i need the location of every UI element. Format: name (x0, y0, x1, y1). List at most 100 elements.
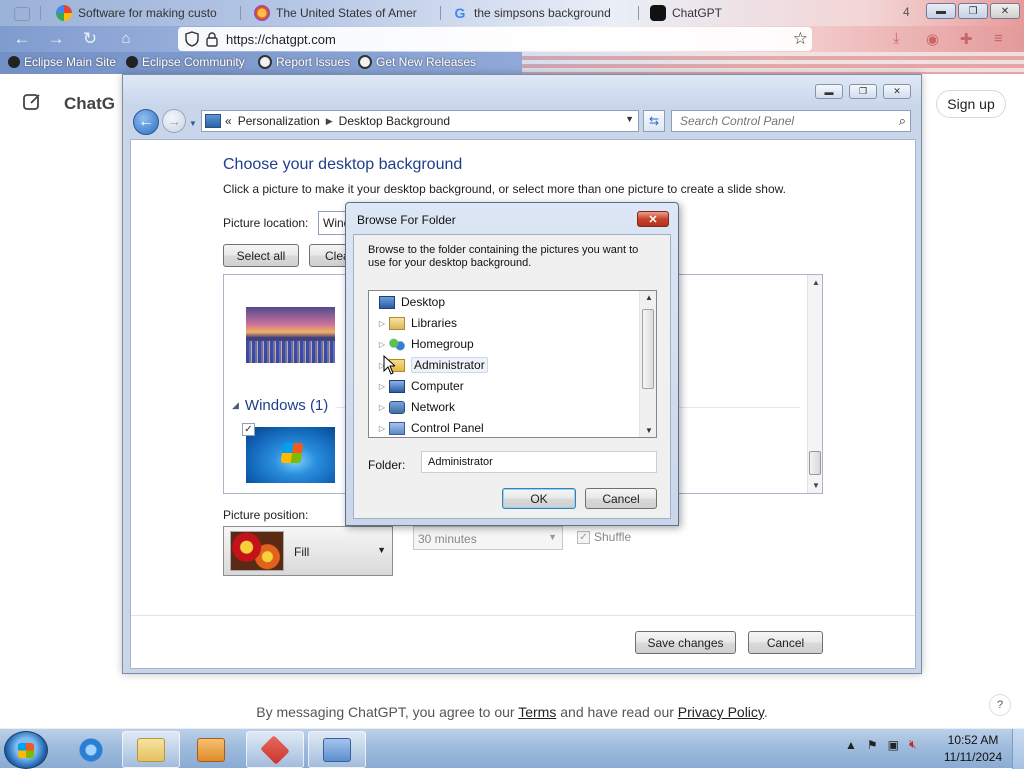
tab-0[interactable]: Software for making custo (56, 2, 236, 24)
bookmark-star-icon[interactable]: ☆ (793, 29, 808, 49)
cp-close-button[interactable]: ✕ (883, 84, 911, 99)
tree-node-computer[interactable]: ▷ Computer (377, 376, 464, 396)
expand-triangle-icon[interactable]: ▷ (377, 403, 387, 412)
footer-text-prefix: By messaging ChatGPT, you agree to our (256, 704, 519, 720)
tree-node-control-panel[interactable]: ▷ Control Panel (377, 418, 484, 437)
taskbar-file-explorer[interactable] (122, 731, 180, 768)
folder-field[interactable]: Administrator (421, 451, 657, 473)
collapse-triangle-icon[interactable]: ◢ (232, 400, 239, 411)
action-center-flag-icon[interactable]: ⚑ (867, 738, 878, 752)
close-button[interactable]: ✕ (990, 3, 1020, 19)
start-button[interactable] (4, 731, 48, 769)
refresh-icon[interactable]: ⇆ (643, 110, 665, 132)
search-icon[interactable]: ⌕ (899, 113, 906, 129)
firefox-icon (254, 5, 270, 21)
tab-2[interactable]: G the simpsons background (452, 2, 632, 24)
tab-title: the simpsons background (474, 6, 611, 20)
tab-count[interactable]: 4 (903, 5, 910, 19)
back-arrow-icon[interactable]: ← (133, 109, 159, 135)
cancel-button[interactable]: Cancel (585, 488, 657, 509)
tree-node-network[interactable]: ▷ Network (377, 397, 455, 417)
back-arrow-icon[interactable]: ← (12, 29, 32, 49)
chatgpt-title[interactable]: ChatG (64, 94, 115, 114)
search-input[interactable] (680, 114, 880, 128)
scroll-down-icon[interactable]: ▼ (812, 481, 820, 490)
save-changes-button[interactable]: Save changes (635, 631, 736, 654)
breadcrumb-item-personalization[interactable]: Personalization (238, 114, 320, 128)
menu-icon[interactable]: ≡ (994, 30, 1003, 47)
group-header[interactable]: ◢ Windows (1) (232, 397, 328, 414)
expand-triangle-icon[interactable]: ▷ (377, 382, 387, 391)
wallpaper-thumbnail[interactable] (246, 307, 335, 363)
tree-node-libraries[interactable]: ▷ Libraries (377, 313, 457, 333)
tab-1[interactable]: The United States of Amer (254, 2, 434, 24)
home-icon[interactable]: ⌂ (116, 29, 136, 49)
forward-arrow-icon[interactable]: → (46, 29, 66, 49)
taskbar-control-panel[interactable] (308, 731, 366, 768)
scrollbar-thumb[interactable] (809, 451, 821, 475)
scroll-down-icon[interactable]: ▼ (645, 426, 653, 435)
firefox-view-icon[interactable] (14, 3, 30, 25)
tab-3-active[interactable]: ChatGPT (650, 2, 830, 24)
forward-arrow-icon[interactable]: → (162, 109, 186, 133)
list-scrollbar[interactable]: ▲ ▼ (807, 275, 822, 493)
maximize-button[interactable]: ❐ (958, 3, 988, 19)
clock[interactable]: 10:52 AM 11/11/2024 (938, 732, 1008, 766)
extensions-icon[interactable]: ✚ (960, 30, 973, 48)
privacy-policy-link[interactable]: Privacy Policy (678, 704, 764, 720)
scrollbar-thumb[interactable] (642, 309, 654, 389)
bookmark-item[interactable]: Eclipse Main Site (8, 55, 116, 69)
wallpaper-thumbnail-windows7[interactable] (246, 427, 335, 483)
bookmark-item[interactable]: Get New Releases (358, 55, 476, 69)
thumbnail-checkbox[interactable]: ✓ (242, 423, 255, 436)
tree-scrollbar[interactable]: ▲ ▼ (639, 291, 656, 437)
search-box[interactable]: ⌕ (671, 110, 911, 132)
lock-icon[interactable] (205, 31, 219, 47)
downloads-icon[interactable]: ⤓ (893, 30, 900, 47)
scroll-up-icon[interactable]: ▲ (645, 293, 653, 302)
taskbar-media-player[interactable] (182, 731, 240, 768)
close-icon[interactable]: ✕ (637, 211, 669, 227)
cp-maximize-button[interactable]: ❐ (849, 84, 877, 99)
tree-node-label: Computer (411, 379, 464, 393)
picture-location-label: Picture location: (223, 216, 309, 230)
folder-tree: Desktop ▷ Libraries ▷ Homegroup ▷ Admini… (368, 290, 657, 438)
tree-node-homegroup[interactable]: ▷ Homegroup (377, 334, 474, 354)
network-icon[interactable]: ▣ (888, 738, 899, 752)
volume-muted-icon[interactable]: 🔇︎ (909, 737, 917, 752)
recent-pages-icon[interactable]: ▼ (189, 119, 197, 128)
breadcrumb-item-desktop-background[interactable]: Desktop Background (339, 114, 450, 128)
scroll-up-icon[interactable]: ▲ (812, 278, 820, 287)
bookmark-item[interactable]: Report Issues (258, 55, 350, 69)
chevron-right-icon[interactable]: ▶ (326, 116, 333, 127)
help-button[interactable]: ? (989, 694, 1011, 716)
breadcrumb-overflow[interactable]: « (225, 114, 232, 128)
cp-minimize-button[interactable]: ▬ (815, 84, 843, 99)
expand-triangle-icon[interactable]: ▷ (377, 424, 387, 433)
minimize-button[interactable]: ▬ (926, 3, 956, 19)
ok-button[interactable]: OK (502, 488, 576, 509)
change-interval-select: 30 minutes ▼ (413, 526, 563, 550)
address-bar[interactable]: https://chatgpt.com ☆ (178, 27, 812, 51)
window-title-bar[interactable]: ▬ ❐ ✕ (123, 75, 921, 105)
shield-icon[interactable] (185, 31, 199, 47)
select-all-button[interactable]: Select all (223, 244, 299, 267)
bookmark-item[interactable]: Eclipse Community (126, 55, 245, 69)
show-desktop-button[interactable] (1012, 729, 1024, 769)
taskbar-app[interactable] (246, 731, 304, 768)
new-chat-icon[interactable] (22, 92, 42, 112)
chevron-down-icon[interactable]: ▼ (377, 545, 386, 555)
terms-link[interactable]: Terms (518, 704, 556, 720)
picture-position-select[interactable]: Fill ▼ (223, 526, 393, 576)
show-hidden-icons-icon[interactable]: ▲ (845, 738, 857, 752)
expand-triangle-icon[interactable]: ▷ (377, 340, 387, 349)
taskbar-internet-explorer[interactable] (62, 731, 120, 768)
account-icon[interactable]: ◉ (926, 30, 939, 48)
chevron-down-icon[interactable]: ▼ (625, 114, 634, 124)
reload-icon[interactable]: ↻ (80, 29, 100, 49)
cancel-button[interactable]: Cancel (748, 631, 823, 654)
breadcrumb[interactable]: « Personalization ▶ Desktop Background ▼ (201, 110, 639, 132)
sign-up-button[interactable]: Sign up (936, 90, 1006, 118)
tree-node-desktop[interactable]: Desktop (377, 292, 445, 312)
expand-triangle-icon[interactable]: ▷ (377, 319, 387, 328)
